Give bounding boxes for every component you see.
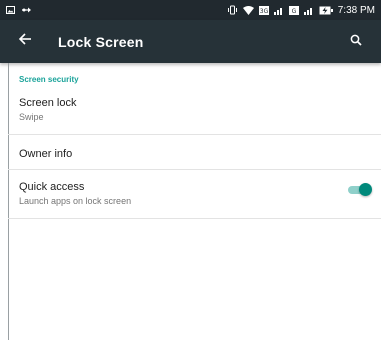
wifi-icon [242,5,254,15]
divider [8,218,381,219]
section-header: Screen security [19,75,79,84]
quick-access-toggle[interactable] [346,183,372,197]
quick-access-summary: Launch apps on lock screen [19,196,132,206]
svg-text:G: G [291,8,296,15]
page-title: Lock Screen [58,33,144,50]
back-button[interactable] [14,31,36,53]
owner-info-setting[interactable]: Owner info [8,148,381,160]
app-bar: Lock Screen [0,20,381,63]
quick-access-title: Quick access [19,181,85,193]
arrow-left-icon [18,32,32,51]
divider [8,169,381,170]
settings-list: Screen security Screen lock Swipe Owner … [8,63,381,340]
screen-lock-setting[interactable]: Screen lock Swipe [8,97,381,122]
gallery-notification-icon [6,6,15,14]
search-icon [350,33,362,51]
divider [8,134,381,135]
svg-text:3G: 3G [260,8,269,15]
search-button[interactable] [345,31,367,53]
quick-access-setting[interactable]: Quick access Launch apps on lock screen [8,181,381,219]
status-bar: 3G G 7:38 PM [0,0,381,20]
signal-3g-icon: 3G [258,5,269,15]
screen-lock-summary: Swipe [19,112,44,122]
signal-g-icon: G [288,5,299,15]
usb-debug-icon [22,6,32,14]
battery-charging-icon [319,6,333,15]
owner-info-title: Owner info [19,148,73,160]
screen-lock-title: Screen lock [19,97,77,109]
toggle-thumb [359,183,372,196]
vibrate-icon [227,5,238,15]
signal-bars-icon [273,6,284,15]
signal-bars-icon [303,6,314,15]
status-time: 7:38 PM [337,4,375,16]
